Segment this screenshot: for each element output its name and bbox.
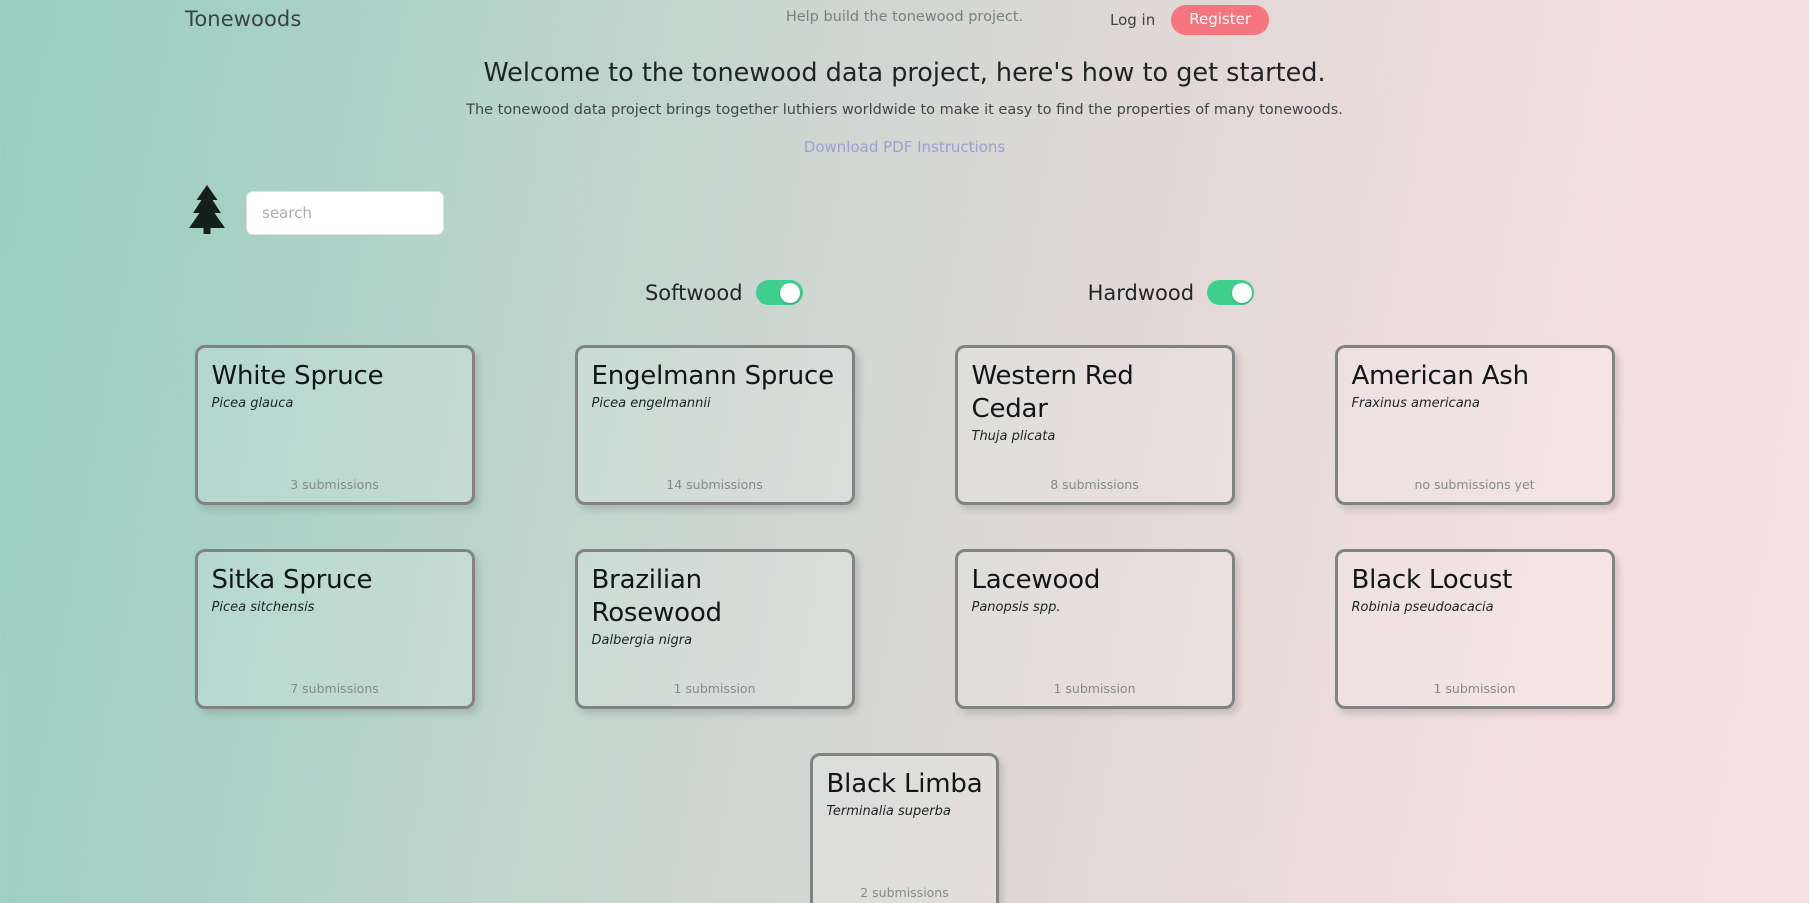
tonewood-card[interactable]: Black Limba Terminalia superba 2 submiss… <box>809 753 1000 903</box>
tonewood-name: Sitka Spruce <box>211 565 373 595</box>
tonewood-submission-count: 3 submissions <box>290 477 379 492</box>
tonewood-submission-count: no submissions yet <box>1414 477 1535 492</box>
tonewood-card[interactable]: Western Red Cedar Thuja plicata 8 submis… <box>954 345 1235 505</box>
tonewood-card[interactable]: Lacewood Panopsis spp. 1 submission <box>954 549 1235 709</box>
tonewood-card[interactable]: White Spruce Picea glauca 3 submissions <box>194 345 475 505</box>
tonewood-card[interactable]: Engelmann Spruce Picea engelmannii 14 su… <box>574 345 855 505</box>
tonewood-name: Brazilian Rosewood <box>591 565 723 628</box>
tonewood-card[interactable]: Brazilian Rosewood Dalbergia nigra 1 sub… <box>574 549 855 709</box>
tonewood-scientific-name: Fraxinus americana <box>1351 395 1480 411</box>
login-link[interactable]: Log in <box>1108 9 1157 31</box>
tonewood-card[interactable]: Black Locust Robinia pseudoacacia 1 subm… <box>1334 549 1615 709</box>
pine-tree-icon <box>189 185 225 234</box>
top-bar: Tonewoods Help build the tonewood projec… <box>0 0 1809 42</box>
filter-hardwood-switch[interactable] <box>1207 280 1255 305</box>
intro-section: Welcome to the tonewood data project, he… <box>0 58 1809 156</box>
register-button[interactable]: Register <box>1171 5 1269 35</box>
tonewood-scientific-name: Robinia pseudoacacia <box>1351 599 1494 615</box>
tonewood-scientific-name: Picea glauca <box>211 395 294 411</box>
tonewood-name: Engelmann Spruce <box>591 361 835 391</box>
auth-actions: Log in Register <box>1108 5 1269 35</box>
tonewood-submission-count: 2 submissions <box>860 885 949 900</box>
tonewood-scientific-name: Picea sitchensis <box>211 599 315 615</box>
filter-hardwood-label: Hardwood <box>1087 280 1195 305</box>
tonewood-submission-count: 1 submission <box>1433 681 1516 696</box>
tonewood-scientific-name: Thuja plicata <box>971 428 1056 444</box>
page-title: Welcome to the tonewood data project, he… <box>483 58 1326 88</box>
tonewood-submission-count: 7 submissions <box>290 681 379 696</box>
tonewood-submission-count: 14 submissions <box>666 477 763 492</box>
tonewood-scientific-name: Terminalia superba <box>826 803 951 819</box>
tonewood-scientific-name: Panopsis spp. <box>971 599 1061 615</box>
search-row <box>0 184 1809 242</box>
switch-knob <box>1231 282 1252 303</box>
filter-softwood-label: Softwood <box>644 280 743 305</box>
tonewood-card-grid: White Spruce Picea glauca 3 submissions … <box>0 345 1809 903</box>
tonewood-submission-count: 1 submission <box>1053 681 1136 696</box>
search-input[interactable] <box>246 191 444 235</box>
tonewood-name: Western Red Cedar <box>971 361 1134 424</box>
tonewood-name: White Spruce <box>211 361 384 391</box>
tonewood-submission-count: 8 submissions <box>1050 477 1139 492</box>
tonewood-scientific-name: Picea engelmannii <box>591 395 711 411</box>
tonewood-card[interactable]: Sitka Spruce Picea sitchensis 7 submissi… <box>194 549 475 709</box>
switch-knob <box>780 282 801 303</box>
tonewood-name: American Ash <box>1351 361 1530 391</box>
tonewood-name: Black Locust <box>1351 565 1513 595</box>
filter-toggles: Softwood Hardwood <box>0 280 1809 305</box>
filter-softwood-switch[interactable] <box>755 280 803 305</box>
site-tagline: Help build the tonewood project. <box>785 9 1024 25</box>
tonewood-name: Black Limba <box>826 769 983 799</box>
tonewood-name: Lacewood <box>971 565 1101 595</box>
filter-softwood[interactable]: Softwood <box>645 280 803 305</box>
tonewood-submission-count: 1 submission <box>673 681 756 696</box>
page-subtitle: The tonewood data project brings togethe… <box>466 102 1343 118</box>
tonewood-scientific-name: Dalbergia nigra <box>591 632 693 648</box>
tonewood-card[interactable]: American Ash Fraxinus americana no submi… <box>1334 345 1615 505</box>
download-pdf-link[interactable]: Download PDF Instructions <box>804 138 1005 156</box>
filter-hardwood[interactable]: Hardwood <box>1087 280 1255 305</box>
